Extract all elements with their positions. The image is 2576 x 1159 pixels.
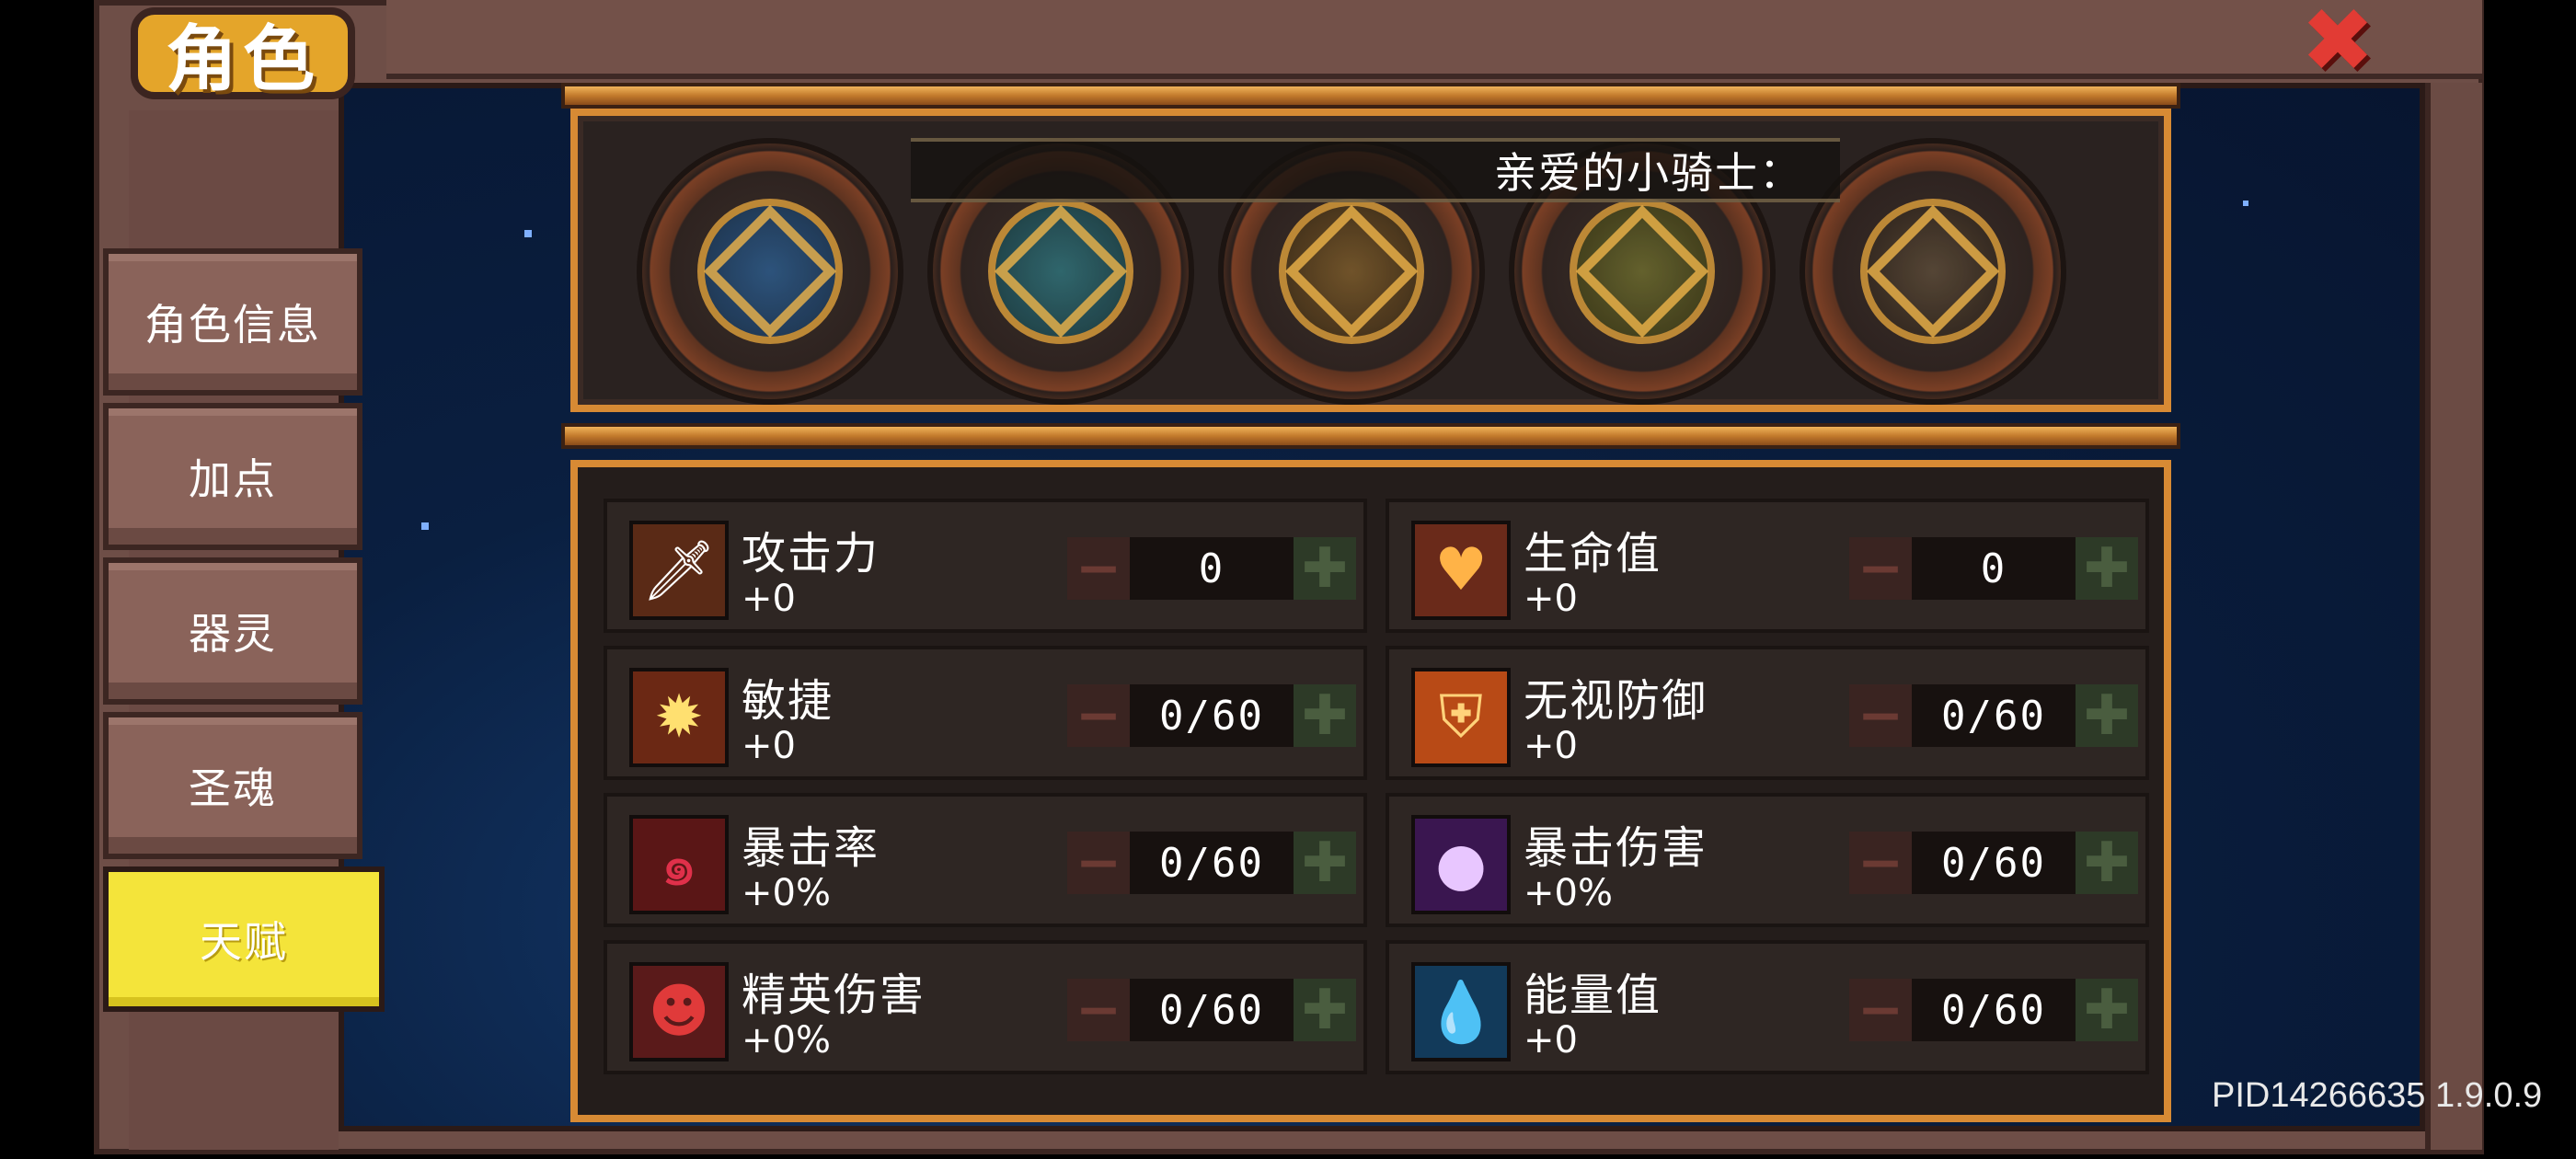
increase-button[interactable]: ✚ [2076, 683, 2138, 748]
star [421, 522, 429, 530]
broken-shield-icon: ⛨ [1411, 668, 1511, 767]
gold-trim [561, 83, 2180, 109]
stat-value: 0/60 [1130, 979, 1294, 1041]
stat-card-attack: 🗡 攻击力 +0 − 0 ✚ [604, 499, 1367, 633]
increase-button[interactable]: ✚ [1294, 536, 1356, 601]
tab-talent[interactable]: 天赋 [103, 866, 385, 1012]
star [2243, 201, 2248, 206]
stat-name: 暴击率 [742, 822, 880, 874]
gold-trim [561, 423, 2180, 449]
talent-banner: 亲爱的小骑士： [911, 138, 1840, 202]
decrease-button[interactable]: − [1067, 536, 1130, 601]
tab-spirit[interactable]: 器灵 [103, 557, 362, 705]
stat-value: 0/60 [1130, 684, 1294, 747]
tab-character-info[interactable]: 角色信息 [103, 248, 362, 396]
decrease-button[interactable]: − [1067, 978, 1130, 1042]
stat-name: 无视防御 [1524, 675, 1708, 727]
decrease-button[interactable]: − [1849, 831, 1912, 895]
stat-name: 精英伤害 [742, 970, 926, 1021]
stat-bonus: +0 [742, 578, 796, 620]
stat-name: 敏捷 [742, 675, 834, 727]
right-rail [2425, 83, 2482, 1150]
stat-card-agility: ✹ 敏捷 +0 − 0/60 ✚ [604, 646, 1367, 780]
sun-burst-icon: ✹ [629, 668, 729, 767]
increase-button[interactable]: ✚ [2076, 831, 2138, 895]
increase-button[interactable]: ✚ [1294, 683, 1356, 748]
tab-holy-soul[interactable]: 圣魂 [103, 712, 362, 859]
sword-icon: 🗡 [629, 521, 729, 620]
title-bar [386, 0, 2482, 79]
stat-value: 0/60 [1912, 684, 2076, 747]
decrease-button[interactable]: − [1849, 683, 1912, 748]
stat-name: 攻击力 [742, 528, 880, 580]
stat-bonus: +0 [742, 725, 796, 767]
stat-card-crit-rate: ๑ 暴击率 +0% − 0/60 ✚ [604, 793, 1367, 927]
stat-bonus: +0 [1524, 725, 1578, 767]
water-drop-icon: 💧 [1411, 962, 1511, 1061]
decrease-button[interactable]: − [1849, 536, 1912, 601]
increase-button[interactable]: ✚ [1294, 978, 1356, 1042]
stat-bonus: +0% [742, 872, 831, 914]
stat-card-crit-damage: ● 暴击伤害 +0% − 0/60 ✚ [1386, 793, 2149, 927]
purple-orb-icon: ● [1411, 815, 1511, 914]
stat-bonus: +0% [1524, 872, 1613, 914]
increase-button[interactable]: ✚ [1294, 831, 1356, 895]
tab-add-points[interactable]: 加点 [103, 403, 362, 550]
decrease-button[interactable]: − [1849, 978, 1912, 1042]
increase-button[interactable]: ✚ [2076, 536, 2138, 601]
star [524, 230, 532, 237]
stat-name: 暴击伤害 [1524, 822, 1708, 874]
stat-card-elite-damage: ☻ 精英伤害 +0% − 0/60 ✚ [604, 940, 1367, 1074]
stat-name: 生命值 [1524, 528, 1662, 580]
version-label: PID14266635 1.9.0.9 [2212, 1076, 2543, 1115]
stat-bonus: +0 [1524, 578, 1578, 620]
stat-card-energy: 💧 能量值 +0 − 0/60 ✚ [1386, 940, 2149, 1074]
stat-bonus: +0% [742, 1019, 831, 1061]
stat-value: 0 [1912, 537, 2076, 600]
stat-card-health: ♥ 生命值 +0 − 0 ✚ [1386, 499, 2149, 633]
red-swirl-icon: ๑ [629, 815, 729, 914]
stat-value: 0 [1130, 537, 1294, 600]
decrease-button[interactable]: − [1067, 683, 1130, 748]
stat-bonus: +0 [1524, 1019, 1578, 1061]
ocean-medal-icon[interactable] [637, 138, 903, 405]
demon-face-icon: ☻ [629, 962, 729, 1061]
decrease-button[interactable]: − [1067, 831, 1130, 895]
stat-value: 0/60 [1912, 832, 2076, 894]
stat-value: 0/60 [1130, 832, 1294, 894]
stat-card-ignore-defense: ⛨ 无视防御 +0 − 0/60 ✚ [1386, 646, 2149, 780]
heart-icon: ♥ [1411, 521, 1511, 620]
stat-name: 能量值 [1524, 970, 1662, 1021]
stat-value: 0/60 [1912, 979, 2076, 1041]
increase-button[interactable]: ✚ [2076, 978, 2138, 1042]
close-icon[interactable]: ✖ [2300, 0, 2375, 85]
page-title: 角色 [131, 7, 355, 101]
stats-panel: 🗡 攻击力 +0 − 0 ✚ ♥ 生命值 +0 − 0 ✚ ✹ 敏捷 +0 − … [570, 460, 2171, 1122]
